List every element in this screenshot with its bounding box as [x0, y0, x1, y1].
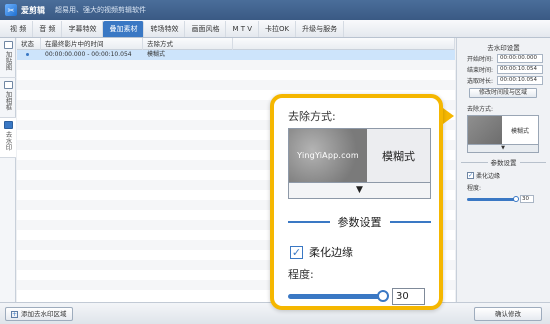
- left-vertical-nav: 加贴图 加相框 去水印: [0, 38, 16, 302]
- row-method: 模糊式: [147, 51, 166, 58]
- title-bar: ✂ 爱剪辑 超易用、强大的视频剪辑软件: [0, 0, 550, 20]
- callout-method-value: 模糊式: [367, 129, 430, 182]
- chevron-down-icon[interactable]: ▼: [467, 145, 539, 153]
- removal-method-select[interactable]: 模糊式: [467, 115, 539, 145]
- checkmark-icon: ✓: [467, 172, 474, 179]
- start-time-row: 开始时间: 00:00:00.000: [467, 54, 550, 63]
- removal-method-label: 去除方式:: [467, 106, 494, 113]
- table-row[interactable]: 00:00:00.000 - 00:00:10.054 模糊式: [17, 50, 455, 60]
- callout-degree-input[interactable]: 30: [392, 288, 425, 305]
- tab-subtitle-effects[interactable]: 字幕特效: [62, 21, 104, 37]
- empty-row: [17, 80, 455, 90]
- settings-section-title: 去水印设置: [487, 44, 520, 52]
- soften-edges-checkbox[interactable]: ✓ 柔化边缘: [467, 171, 550, 180]
- start-time-field[interactable]: 00:00:00.000: [497, 54, 543, 63]
- tab-mtv[interactable]: M T V: [226, 21, 260, 37]
- end-time-field[interactable]: 00:00:10.054: [497, 65, 543, 74]
- duration-row: 选取时长: 00:00:10.054: [467, 76, 550, 85]
- tab-transitions[interactable]: 转场特效: [144, 21, 186, 37]
- nav-label: 加相框: [4, 91, 12, 111]
- duration-label: 选取时长:: [467, 78, 494, 85]
- slider-knob[interactable]: [513, 195, 519, 202]
- column-header-time[interactable]: 在最终影片中的时间: [41, 38, 143, 50]
- callout-method-select[interactable]: YingYiApp.com 模糊式: [288, 128, 431, 183]
- degree-slider[interactable]: [467, 195, 519, 202]
- app-slogan: 超易用、强大的视频剪辑软件: [55, 6, 146, 14]
- degree-label: 程度:: [467, 185, 482, 192]
- nav-add-frame[interactable]: 加相框: [0, 78, 16, 118]
- watermark-settings-panel: 去水印设置 开始时间: 00:00:00.000 结束时间: 00:00:10.…: [456, 38, 550, 302]
- status-dot-icon: [26, 53, 29, 56]
- app-logo-icon: ✂: [5, 4, 17, 16]
- row-status: [17, 50, 41, 60]
- callout-degree-label: 程度:: [288, 268, 314, 281]
- duration-field: 00:00:10.054: [497, 76, 543, 85]
- params-section-title: 参数设置: [457, 157, 550, 167]
- main-menu-tabs: 视 频 音 频 字幕特效 叠加素材 转场特效 画面风格 M T V 卡拉OK 升…: [0, 20, 550, 38]
- degree-slider-row: 30: [467, 195, 550, 203]
- tab-audio[interactable]: 音 频: [33, 21, 63, 37]
- column-header-empty: [233, 38, 455, 50]
- nav-add-sticker[interactable]: 加贴图: [0, 38, 16, 78]
- column-header-method[interactable]: 去除方式: [143, 38, 233, 50]
- checkmark-icon: ✓: [290, 245, 303, 259]
- tab-overlay-material[interactable]: 叠加素材: [103, 21, 145, 37]
- end-time-row: 结束时间: 00:00:10.054: [467, 65, 550, 74]
- slider-knob[interactable]: [377, 290, 389, 302]
- method-value: 模糊式: [510, 127, 529, 135]
- callout-thumbnail: YingYiApp.com: [289, 129, 367, 182]
- callout-method-label: 去除方式:: [288, 110, 336, 123]
- tab-upgrade-service[interactable]: 升级与服务: [296, 21, 345, 37]
- watermark-icon: [3, 121, 13, 129]
- plus-icon: +: [11, 310, 18, 318]
- chevron-down-icon[interactable]: ▼: [288, 183, 431, 199]
- callout-degree-slider[interactable]: [288, 290, 389, 302]
- callout-params-title: 参数设置: [288, 214, 431, 230]
- soften-edges-label: 柔化边缘: [476, 173, 501, 180]
- zoom-callout: 去除方式: YingYiApp.com 模糊式 ▼ 参数设置 ✓ 柔化边缘 程度…: [270, 94, 443, 310]
- image-icon: [3, 41, 13, 49]
- add-watermark-region-button[interactable]: + 添加去水印区域: [5, 307, 73, 321]
- add-button-label: 添加去水印区域: [21, 310, 67, 318]
- callout-soften-label: 柔化边缘: [309, 246, 353, 259]
- end-time-label: 结束时间:: [467, 67, 494, 74]
- nav-label: 去水印: [4, 131, 12, 151]
- empty-row: [17, 60, 455, 70]
- callout-degree-slider-row: 30: [288, 288, 425, 305]
- degree-input[interactable]: 30: [520, 195, 534, 203]
- method-thumbnail: [468, 116, 502, 144]
- tab-video[interactable]: 视 频: [4, 21, 34, 37]
- start-time-label: 开始时间:: [467, 56, 494, 63]
- callout-pointer: [443, 108, 454, 124]
- tab-picture-style[interactable]: 画面风格: [185, 21, 227, 37]
- modify-time-region-button[interactable]: 修改时间段与区域: [469, 88, 537, 98]
- callout-soften-checkbox[interactable]: ✓ 柔化边缘: [290, 244, 353, 260]
- nav-remove-watermark[interactable]: 去水印: [0, 118, 16, 158]
- table-header: 状态 在最终影片中的时间 去除方式: [17, 38, 455, 50]
- row-time: 00:00:00.000 - 00:00:10.054: [45, 51, 132, 58]
- column-header-status[interactable]: 状态: [17, 38, 41, 50]
- app-name: 爱剪辑: [21, 5, 45, 15]
- frame-icon: [3, 81, 13, 89]
- confirm-modify-button[interactable]: 确认修改: [474, 307, 542, 321]
- empty-row: [17, 70, 455, 80]
- nav-label: 加贴图: [4, 51, 12, 71]
- tab-karaoke[interactable]: 卡拉OK: [259, 21, 297, 37]
